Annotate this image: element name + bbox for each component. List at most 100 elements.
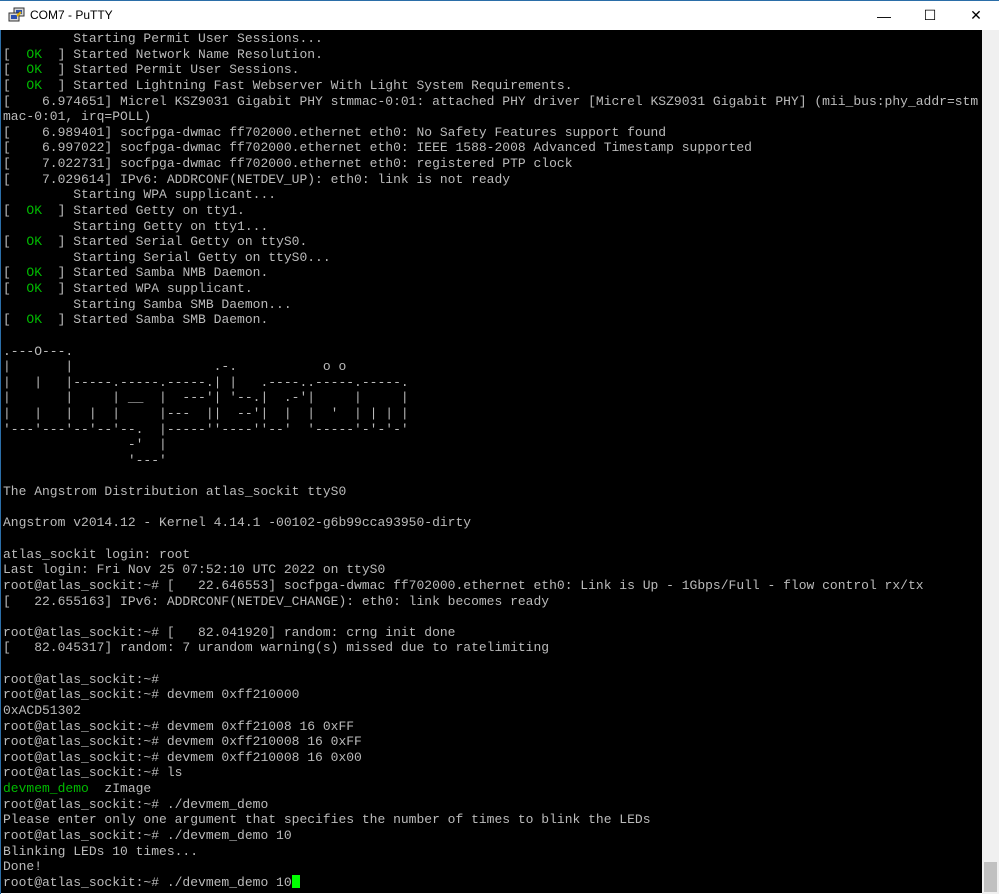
ok-status: OK (26, 46, 43, 62)
terminal-line: [ OK ] Started Lightning Fast Webserver … (3, 77, 573, 93)
line-text: Started Getty on tty1. (73, 202, 245, 218)
line-text: root@atlas_sockit:~# devmem 0xff210008 1… (3, 749, 362, 765)
terminal-line: Last login: Fri Nov 25 07:52:10 UTC 2022… (3, 562, 385, 577)
line-text: | | | | | |--- || --'| | | ' | | | | (3, 406, 409, 421)
line-text: Starting WPA supplicant... (3, 187, 277, 203)
line-text: Last login: Fri Nov 25 07:52:10 UTC 2022… (3, 562, 386, 578)
window-title: COM7 - PuTTY (30, 8, 113, 22)
close-icon: ✕ (970, 7, 982, 23)
putty-app-icon[interactable] (8, 7, 26, 23)
terminal-line: root@atlas_sockit:~# devmem 0xff210008 1… (3, 734, 362, 749)
line-text: root@atlas_sockit:~# [ 22.646553] socfpg… (3, 577, 924, 593)
line-text: root@atlas_sockit:~# [ 82.041920] random… (3, 624, 456, 640)
line-text: | | .-. o o (3, 359, 409, 375)
ok-status: OK (26, 62, 43, 78)
line-text: root@atlas_sockit:~# ./devmem_demo 10 (3, 874, 292, 890)
line-text: Started Samba SMB Daemon. (73, 312, 269, 328)
line-text: -' | (3, 437, 167, 453)
terminal-line: '---' (3, 453, 167, 468)
line-text: [ 6.997022] socfpga-dwmac ff702000.ether… (3, 140, 752, 156)
scrollbar[interactable] (982, 30, 999, 894)
line-text: [ 6.989401] socfpga-dwmac ff702000.ether… (3, 124, 667, 140)
line-text: root@atlas_sockit:~# ./devmem_demo (3, 796, 269, 812)
executable-file: devmem_demo (3, 781, 89, 796)
line-text: Started Network Name Resolution. (73, 46, 323, 62)
line-text: Starting Samba SMB Daemon... (3, 296, 292, 312)
terminal-line: [ OK ] Started Getty on tty1. (3, 202, 245, 218)
line-text: | | | __ | ---'| '--.| .-'| | | (3, 390, 409, 406)
terminal-line: Angstrom v2014.12 - Kernel 4.14.1 -00102… (3, 515, 471, 530)
terminal-line: | | .-. o o (3, 359, 409, 374)
line-text: Starting Serial Getty on ttyS0... (3, 249, 331, 265)
line-text: Done! (3, 859, 43, 875)
line-text: Started WPA supplicant. (73, 281, 253, 296)
line-text: [ 82.045317] random: 7 urandom warning(s… (3, 640, 550, 656)
title-bar: COM7 - PuTTY — ☐ ✕ (0, 0, 999, 30)
terminal-line: Starting Permit User Sessions... (3, 31, 323, 46)
line-text: .---O---. (3, 343, 409, 359)
terminal-line: The Angstrom Distribution atlas_sockit t… (3, 484, 346, 499)
ok-status: OK (26, 77, 43, 93)
terminal-line: | | | | | |--- || --'| | | ' | | | | (3, 406, 409, 421)
ok-status: OK (26, 234, 43, 250)
line-text: Started Permit User Sessions. (73, 62, 300, 78)
line-text: Blinking LEDs 10 times... (3, 843, 199, 859)
ok-status: OK (26, 202, 43, 218)
terminal-line: [ 22.655163] IPv6: ADDRCONF(NETDEV_CHANG… (3, 594, 549, 609)
terminal-line: root@atlas_sockit:~# devmem 0xff210000 (3, 687, 299, 702)
line-text: '---' (3, 452, 167, 468)
terminal-line: [ OK ] Started Network Name Resolution. (3, 46, 323, 62)
terminal-line: Done! (3, 859, 42, 874)
terminal-line: root@atlas_sockit:~# ./devmem_demo (3, 797, 268, 812)
terminal-line: [ OK ] Started Samba NMB Daemon. (3, 265, 269, 281)
terminal-line: root@atlas_sockit:~# ./devmem_demo 10 (3, 874, 300, 890)
line-text: Started Serial Getty on ttyS0. (73, 234, 308, 250)
terminal-line: root@atlas_sockit:~# devmem 0xff21008 16… (3, 719, 354, 734)
terminal-line: Blinking LEDs 10 times... (3, 844, 198, 859)
line-text: [ 7.029614] IPv6: ADDRCONF(NETDEV_UP): e… (3, 171, 511, 187)
scrollbar-thumb[interactable] (984, 862, 997, 892)
line-text: root@atlas_sockit:~# devmem 0xff210000 (3, 687, 300, 703)
ok-status: OK (26, 312, 43, 328)
line-text: 0xACD51302 (3, 702, 82, 718)
terminal-line: [ 6.974651] Micrel KSZ9031 Gigabit PHY s… (3, 94, 978, 109)
terminal-line: root@atlas_sockit:~# (3, 672, 159, 687)
terminal-line: root@atlas_sockit:~# ./devmem_demo 10 (3, 828, 292, 843)
line-text: [ 6.974651] Micrel KSZ9031 Gigabit PHY s… (3, 93, 979, 109)
line-text: root@atlas_sockit:~# (3, 671, 160, 687)
line-text: Started Samba NMB Daemon. (73, 265, 269, 281)
terminal-line: [ OK ] Started Permit User Sessions. (3, 62, 300, 78)
terminal-line: [ 6.997022] socfpga-dwmac ff702000.ether… (3, 140, 752, 155)
terminal-line: Starting Serial Getty on ttyS0... (3, 249, 331, 265)
maximize-button[interactable]: ☐ (907, 1, 953, 30)
line-text: '---'---'--'--'--. |-----''----''--' '--… (3, 421, 409, 437)
close-button[interactable]: ✕ (953, 1, 999, 30)
line-text: [ 22.655163] IPv6: ADDRCONF(NETDEV_CHANG… (3, 593, 550, 609)
terminal-line: Please enter only one argument that spec… (3, 812, 651, 827)
terminal-line: mac-0:01, irq=POLL) (3, 109, 151, 124)
terminal-line: -' | (3, 437, 167, 452)
line-text: Starting Permit User Sessions... (3, 31, 323, 46)
terminal-line: | | | __ | ---'| '--.| .-'| | | (3, 390, 409, 405)
line-text: The Angstrom Distribution atlas_sockit t… (3, 484, 347, 500)
line-text: root@atlas_sockit:~# ls (3, 765, 183, 781)
maximize-icon: ☐ (923, 7, 937, 23)
line-text: atlas_sockit login: root (3, 546, 191, 562)
text-cursor (291, 874, 300, 888)
terminal-line: root@atlas_sockit:~# [ 82.041920] random… (3, 625, 455, 640)
terminal-line: Starting Getty on tty1... (3, 219, 268, 234)
terminal-line: devmem_demo zImage (3, 781, 151, 796)
terminal-screen[interactable]: Starting Permit User Sessions... [ OK ] … (1, 30, 982, 893)
line-text: root@atlas_sockit:~# ./devmem_demo 10 (3, 827, 292, 843)
terminal-line: [ OK ] Started Serial Getty on ttyS0. (3, 234, 308, 250)
terminal-line: [ OK ] Started WPA supplicant. (3, 281, 253, 296)
minimize-icon: — (877, 7, 891, 24)
terminal-line: root@atlas_sockit:~# devmem 0xff210008 1… (3, 750, 362, 765)
terminal-line: [ OK ] Started Samba SMB Daemon. (3, 312, 269, 328)
terminal-line: '---'---'--'--'--. |-----''----''--' '--… (3, 422, 409, 437)
line-text: Started Lightning Fast Webserver With Li… (73, 77, 573, 93)
ok-status: OK (26, 265, 43, 281)
line-text: root@atlas_sockit:~# devmem 0xff210008 1… (3, 734, 362, 750)
terminal-line: 0xACD51302 (3, 703, 81, 718)
minimize-button[interactable]: — (861, 1, 907, 30)
